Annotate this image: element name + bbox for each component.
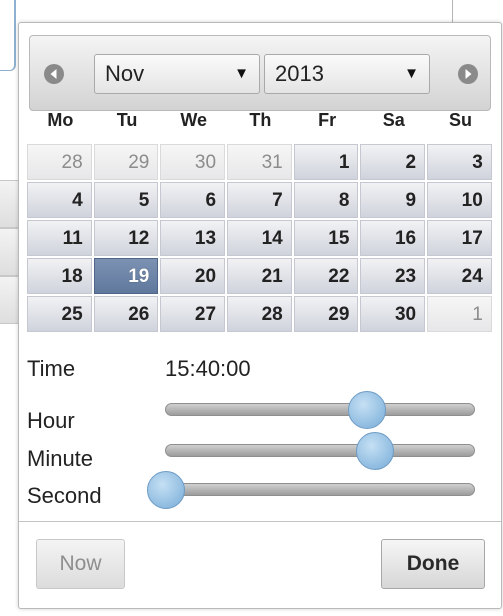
calendar-day[interactable]: 9 [360, 182, 426, 218]
calendar-day[interactable]: 14 [227, 220, 292, 256]
calendar-day[interactable]: 17 [427, 220, 492, 256]
month-select[interactable]: Nov ▼ [94, 54, 260, 94]
year-select[interactable]: 2013 ▼ [264, 54, 430, 94]
calendar-day[interactable]: 22 [293, 258, 359, 294]
time-label: Time [27, 356, 76, 381]
datetime-picker: Nov ▼ 2013 ▼ Mo Tu We Th Fr Sa Su 28 29 30 31 1 2 3 4… [18, 22, 502, 609]
calendar-day[interactable]: 16 [360, 220, 426, 256]
chevron-down-icon: ▼ [234, 65, 249, 82]
weekday-label: We [180, 110, 208, 130]
calendar-day-other-month[interactable]: 31 [227, 144, 292, 180]
calendar-day[interactable]: 8 [293, 182, 359, 218]
calendar-day[interactable]: 24 [427, 258, 492, 294]
calendar-day[interactable]: 12 [93, 220, 159, 256]
calendar-day[interactable]: 15 [293, 220, 359, 256]
calendar-week-row: 18 19 20 21 22 23 24 [27, 258, 494, 294]
calendar-day[interactable]: 27 [160, 296, 226, 332]
calendar-day[interactable]: 26 [93, 296, 159, 332]
second-label: Second [27, 483, 102, 508]
calendar-day[interactable]: 13 [160, 220, 226, 256]
calendar-day-selected[interactable]: 19 [93, 258, 159, 294]
month-select-value: Nov [105, 61, 145, 86]
calendar-day[interactable]: 1 [293, 144, 359, 180]
calendar-day[interactable]: 30 [360, 296, 426, 332]
background-input-edge [0, 0, 16, 71]
calendar-day[interactable]: 6 [160, 182, 226, 218]
calendar-day-other-month[interactable]: 30 [160, 144, 226, 180]
minute-slider-handle[interactable] [355, 432, 394, 470]
time-value: 15:40:00 [165, 356, 251, 381]
second-slider-handle[interactable] [147, 471, 185, 509]
done-button[interactable]: Done [381, 539, 485, 589]
calendar-day[interactable]: 21 [227, 258, 292, 294]
divider [19, 521, 501, 522]
weekday-label: Su [448, 110, 472, 130]
now-button[interactable]: Now [36, 539, 125, 589]
hour-label: Hour [27, 408, 75, 433]
weekday-header-row: Mo Tu We Th Fr Sa Su [27, 98, 494, 142]
calendar-day-other-month[interactable]: 1 [427, 296, 492, 332]
calendar-day[interactable]: 5 [93, 182, 159, 218]
calendar-day-other-month[interactable]: 29 [93, 144, 159, 180]
calendar-day[interactable]: 2 [360, 144, 426, 180]
hour-slider-handle[interactable] [347, 391, 386, 429]
circle-triangle-left-icon[interactable] [44, 64, 64, 84]
calendar-week-row: 4 5 6 7 8 9 10 [27, 182, 494, 218]
weekday-label: Th [249, 110, 272, 130]
calendar-day[interactable]: 28 [227, 296, 292, 332]
weekday-label: Sa [382, 110, 405, 130]
weekday-label: Tu [116, 110, 138, 130]
year-select-value: 2013 [275, 61, 324, 86]
minute-slider[interactable] [165, 432, 475, 470]
calendar-day[interactable]: 25 [27, 296, 92, 332]
calendar-day[interactable]: 4 [27, 182, 92, 218]
calendar-day[interactable]: 3 [427, 144, 492, 180]
calendar-day[interactable]: 10 [427, 182, 492, 218]
calendar-week-row: 28 29 30 31 1 2 3 [27, 144, 494, 180]
chevron-down-icon: ▼ [404, 65, 419, 82]
circle-triangle-right-icon[interactable] [458, 64, 478, 84]
weekday-label: Mo [47, 110, 74, 130]
calendar-week-row: 25 26 27 28 29 30 1 [27, 296, 494, 332]
minute-label: Minute [27, 446, 94, 471]
calendar-day-other-month[interactable]: 28 [27, 144, 92, 180]
calendar-day[interactable]: 23 [360, 258, 426, 294]
calendar-day[interactable]: 29 [293, 296, 359, 332]
weekday-label: Fr [318, 110, 337, 130]
calendar-week-row: 11 12 13 14 15 16 17 [27, 220, 494, 256]
calendar-day[interactable]: 7 [227, 182, 292, 218]
calendar-day[interactable]: 11 [27, 220, 92, 256]
hour-slider[interactable] [165, 391, 475, 429]
calendar-grid: Mo Tu We Th Fr Sa Su 28 29 30 31 1 2 3 4 5 6 7 8 9 10 11 12 13… [27, 98, 494, 332]
second-slider[interactable] [147, 471, 475, 509]
calendar-day[interactable]: 18 [27, 258, 92, 294]
calendar-day[interactable]: 20 [160, 258, 226, 294]
